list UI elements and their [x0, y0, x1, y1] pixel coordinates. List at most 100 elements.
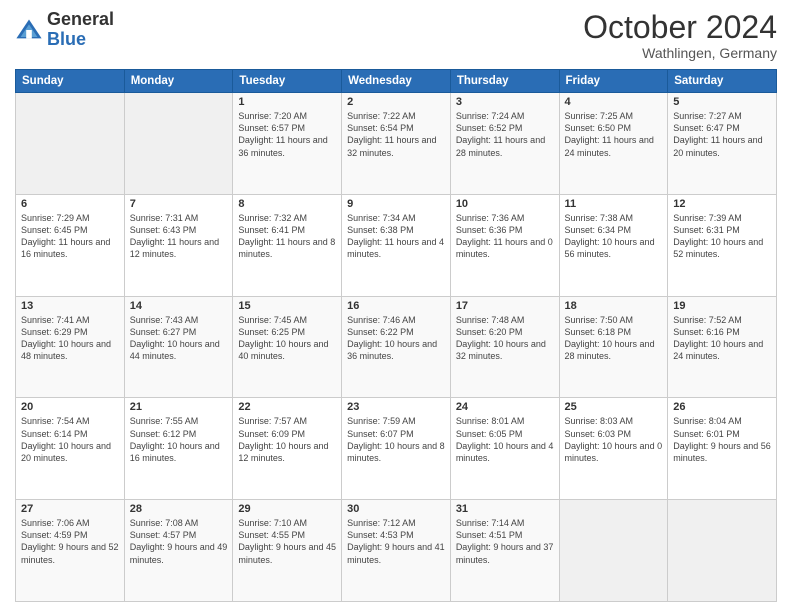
table-row: 7 Sunrise: 7:31 AMSunset: 6:43 PMDaylight…	[124, 194, 233, 296]
day-number: 3	[456, 96, 554, 108]
day-info: Sunrise: 7:24 AMSunset: 6:52 PMDaylight:…	[456, 110, 554, 159]
day-info: Sunrise: 7:59 AMSunset: 6:07 PMDaylight:…	[347, 415, 445, 464]
day-number: 14	[130, 300, 228, 312]
table-row: 11 Sunrise: 7:38 AMSunset: 6:34 PMDayligh…	[559, 194, 668, 296]
day-info: Sunrise: 7:48 AMSunset: 6:20 PMDaylight:…	[456, 314, 554, 363]
table-row: 20 Sunrise: 7:54 AMSunset: 6:14 PMDayligh…	[16, 398, 125, 500]
table-row: 6 Sunrise: 7:29 AMSunset: 6:45 PMDaylight…	[16, 194, 125, 296]
table-row: 31 Sunrise: 7:14 AMSunset: 4:51 PMDayligh…	[450, 500, 559, 602]
day-info: Sunrise: 7:29 AMSunset: 6:45 PMDaylight:…	[21, 212, 119, 261]
day-info: Sunrise: 7:55 AMSunset: 6:12 PMDaylight:…	[130, 415, 228, 464]
day-number: 19	[673, 300, 771, 312]
day-info: Sunrise: 7:25 AMSunset: 6:50 PMDaylight:…	[565, 110, 663, 159]
day-number: 18	[565, 300, 663, 312]
day-number: 10	[456, 198, 554, 210]
day-number: 8	[238, 198, 336, 210]
table-row: 28 Sunrise: 7:08 AMSunset: 4:57 PMDayligh…	[124, 500, 233, 602]
col-sunday: Sunday	[16, 70, 125, 93]
month-title: October 2024	[583, 10, 777, 45]
day-info: Sunrise: 7:54 AMSunset: 6:14 PMDaylight:…	[21, 415, 119, 464]
day-info: Sunrise: 7:38 AMSunset: 6:34 PMDaylight:…	[565, 212, 663, 261]
logo-text: General Blue	[47, 10, 114, 50]
day-number: 27	[21, 503, 119, 515]
location-subtitle: Wathlingen, Germany	[583, 45, 777, 61]
table-row: 10Sunrise: 7:36 AMSunset: 6:36 PMDayligh…	[450, 194, 559, 296]
table-row: 26 Sunrise: 8:04 AMSunset: 6:01 PMDayligh…	[668, 398, 777, 500]
day-number: 28	[130, 503, 228, 515]
day-info: Sunrise: 7:10 AMSunset: 4:55 PMDaylight:…	[238, 517, 336, 566]
day-info: Sunrise: 7:52 AMSunset: 6:16 PMDaylight:…	[673, 314, 771, 363]
calendar-week-1: 1 Sunrise: 7:20 AMSunset: 6:57 PMDaylight…	[16, 93, 777, 195]
day-number: 1	[238, 96, 336, 108]
table-row: 15 Sunrise: 7:45 AMSunset: 6:25 PMDayligh…	[233, 296, 342, 398]
table-row: 27Sunrise: 7:06 AMSunset: 4:59 PMDayligh…	[16, 500, 125, 602]
day-number: 16	[347, 300, 445, 312]
table-row: 9Sunrise: 7:34 AMSunset: 6:38 PMDaylight…	[342, 194, 451, 296]
page-header: General Blue October 2024 Wathlingen, Ge…	[15, 10, 777, 61]
logo-icon	[15, 16, 43, 44]
day-number: 22	[238, 401, 336, 413]
day-info: Sunrise: 7:22 AMSunset: 6:54 PMDaylight:…	[347, 110, 445, 159]
table-row: 1 Sunrise: 7:20 AMSunset: 6:57 PMDaylight…	[233, 93, 342, 195]
table-row: 8 Sunrise: 7:32 AMSunset: 6:41 PMDaylight…	[233, 194, 342, 296]
table-row: 25Sunrise: 8:03 AMSunset: 6:03 PMDayligh…	[559, 398, 668, 500]
col-friday: Friday	[559, 70, 668, 93]
table-row: 3 Sunrise: 7:24 AMSunset: 6:52 PMDaylight…	[450, 93, 559, 195]
table-row	[124, 93, 233, 195]
logo-general: General	[47, 10, 114, 30]
table-row: 19 Sunrise: 7:52 AMSunset: 6:16 PMDayligh…	[668, 296, 777, 398]
day-info: Sunrise: 7:46 AMSunset: 6:22 PMDaylight:…	[347, 314, 445, 363]
table-row	[559, 500, 668, 602]
day-number: 13	[21, 300, 119, 312]
calendar-week-3: 13 Sunrise: 7:41 AMSunset: 6:29 PMDayligh…	[16, 296, 777, 398]
day-number: 21	[130, 401, 228, 413]
table-row: 2Sunrise: 7:22 AMSunset: 6:54 PMDaylight…	[342, 93, 451, 195]
col-tuesday: Tuesday	[233, 70, 342, 93]
table-row: 24Sunrise: 8:01 AMSunset: 6:05 PMDayligh…	[450, 398, 559, 500]
col-saturday: Saturday	[668, 70, 777, 93]
day-info: Sunrise: 8:04 AMSunset: 6:01 PMDaylight:…	[673, 415, 771, 464]
day-number: 11	[565, 198, 663, 210]
day-number: 26	[673, 401, 771, 413]
day-info: Sunrise: 7:50 AMSunset: 6:18 PMDaylight:…	[565, 314, 663, 363]
day-number: 31	[456, 503, 554, 515]
day-info: Sunrise: 7:31 AMSunset: 6:43 PMDaylight:…	[130, 212, 228, 261]
table-row: 13 Sunrise: 7:41 AMSunset: 6:29 PMDayligh…	[16, 296, 125, 398]
day-number: 6	[21, 198, 119, 210]
day-info: Sunrise: 7:43 AMSunset: 6:27 PMDaylight:…	[130, 314, 228, 363]
day-info: Sunrise: 7:45 AMSunset: 6:25 PMDaylight:…	[238, 314, 336, 363]
day-number: 15	[238, 300, 336, 312]
table-row	[16, 93, 125, 195]
day-info: Sunrise: 7:20 AMSunset: 6:57 PMDaylight:…	[238, 110, 336, 159]
day-info: Sunrise: 7:14 AMSunset: 4:51 PMDaylight:…	[456, 517, 554, 566]
day-number: 30	[347, 503, 445, 515]
calendar-table: Sunday Monday Tuesday Wednesday Thursday…	[15, 69, 777, 602]
day-number: 23	[347, 401, 445, 413]
day-number: 4	[565, 96, 663, 108]
table-row: 23 Sunrise: 7:59 AMSunset: 6:07 PMDayligh…	[342, 398, 451, 500]
table-row: 14 Sunrise: 7:43 AMSunset: 6:27 PMDayligh…	[124, 296, 233, 398]
day-number: 7	[130, 198, 228, 210]
calendar-week-4: 20 Sunrise: 7:54 AMSunset: 6:14 PMDayligh…	[16, 398, 777, 500]
day-number: 24	[456, 401, 554, 413]
calendar-week-5: 27Sunrise: 7:06 AMSunset: 4:59 PMDayligh…	[16, 500, 777, 602]
calendar-header-row: Sunday Monday Tuesday Wednesday Thursday…	[16, 70, 777, 93]
table-row: 18 Sunrise: 7:50 AMSunset: 6:18 PMDayligh…	[559, 296, 668, 398]
day-info: Sunrise: 7:41 AMSunset: 6:29 PMDaylight:…	[21, 314, 119, 363]
day-info: Sunrise: 7:12 AMSunset: 4:53 PMDaylight:…	[347, 517, 445, 566]
day-info: Sunrise: 7:32 AMSunset: 6:41 PMDaylight:…	[238, 212, 336, 261]
day-number: 20	[21, 401, 119, 413]
day-info: Sunrise: 8:03 AMSunset: 6:03 PMDaylight:…	[565, 415, 663, 464]
day-info: Sunrise: 7:39 AMSunset: 6:31 PMDaylight:…	[673, 212, 771, 261]
title-block: October 2024 Wathlingen, Germany	[583, 10, 777, 61]
calendar-week-2: 6 Sunrise: 7:29 AMSunset: 6:45 PMDaylight…	[16, 194, 777, 296]
table-row: 29Sunrise: 7:10 AMSunset: 4:55 PMDayligh…	[233, 500, 342, 602]
table-row: 4 Sunrise: 7:25 AMSunset: 6:50 PMDaylight…	[559, 93, 668, 195]
table-row: 30 Sunrise: 7:12 AMSunset: 4:53 PMDayligh…	[342, 500, 451, 602]
table-row: 16 Sunrise: 7:46 AMSunset: 6:22 PMDayligh…	[342, 296, 451, 398]
table-row: 21 Sunrise: 7:55 AMSunset: 6:12 PMDayligh…	[124, 398, 233, 500]
table-row: 17Sunrise: 7:48 AMSunset: 6:20 PMDayligh…	[450, 296, 559, 398]
day-info: Sunrise: 7:08 AMSunset: 4:57 PMDaylight:…	[130, 517, 228, 566]
day-info: Sunrise: 7:27 AMSunset: 6:47 PMDaylight:…	[673, 110, 771, 159]
day-number: 5	[673, 96, 771, 108]
